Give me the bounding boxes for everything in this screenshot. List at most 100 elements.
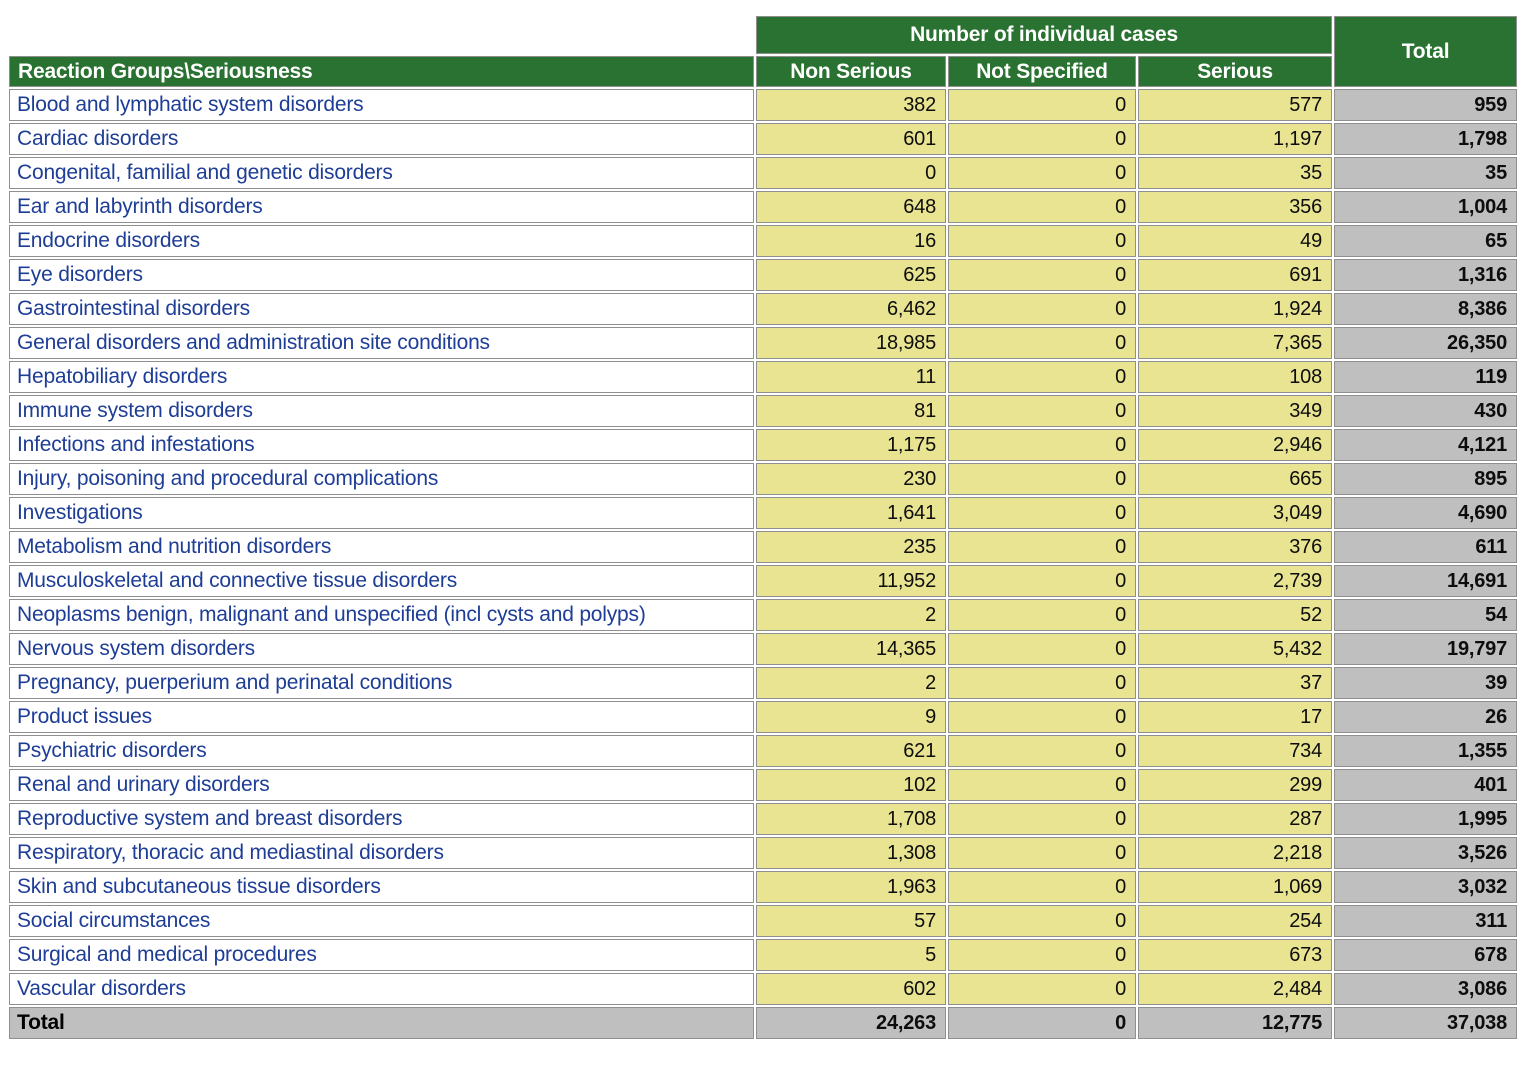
reaction-group-label-text[interactable]: Reproductive system and breast disorders bbox=[17, 805, 402, 833]
not-specified-value: 0 bbox=[948, 701, 1136, 733]
reaction-group-label[interactable]: Eye disorders bbox=[9, 259, 754, 291]
table-row: Hepatobiliary disorders 11 0 108 119 bbox=[9, 361, 1517, 393]
not-specified-value: 0 bbox=[948, 259, 1136, 291]
row-total-value: 3,032 bbox=[1334, 871, 1517, 903]
reaction-group-label[interactable]: Pregnancy, puerperium and perinatal cond… bbox=[9, 667, 754, 699]
serious-value: 254 bbox=[1138, 905, 1332, 937]
table-row: Renal and urinary disorders 102 0 299 40… bbox=[9, 769, 1517, 801]
reaction-group-label[interactable]: Respiratory, thoracic and mediastinal di… bbox=[9, 837, 754, 869]
not-specified-value: 0 bbox=[948, 565, 1136, 597]
reaction-group-label[interactable]: General disorders and administration sit… bbox=[9, 327, 754, 359]
reaction-group-label-text[interactable]: General disorders and administration sit… bbox=[17, 329, 490, 357]
not-specified-value: 0 bbox=[948, 871, 1136, 903]
not-specified-value: 0 bbox=[948, 905, 1136, 937]
reaction-group-label-text[interactable]: Social circumstances bbox=[17, 907, 210, 935]
reaction-group-label[interactable]: Reproductive system and breast disorders bbox=[9, 803, 754, 835]
reaction-group-label-text[interactable]: Investigations bbox=[17, 499, 143, 527]
reaction-group-label[interactable]: Skin and subcutaneous tissue disorders bbox=[9, 871, 754, 903]
reaction-group-label-text[interactable]: Gastrointestinal disorders bbox=[17, 295, 250, 323]
reaction-group-label-text[interactable]: Immune system disorders bbox=[17, 397, 253, 425]
reaction-group-label[interactable]: Psychiatric disorders bbox=[9, 735, 754, 767]
total-column-header: Total bbox=[1334, 16, 1517, 87]
reaction-group-label[interactable]: Blood and lymphatic system disorders bbox=[9, 89, 754, 121]
reaction-group-label-text[interactable]: Injury, poisoning and procedural complic… bbox=[17, 465, 438, 493]
reaction-group-label-text[interactable]: Ear and labyrinth disorders bbox=[17, 193, 263, 221]
reaction-group-label[interactable]: Infections and infestations bbox=[9, 429, 754, 461]
non-serious-value: 18,985 bbox=[756, 327, 946, 359]
table-row: General disorders and administration sit… bbox=[9, 327, 1517, 359]
non-serious-value: 57 bbox=[756, 905, 946, 937]
table-row: Neoplasms benign, malignant and unspecif… bbox=[9, 599, 1517, 631]
reaction-group-label-text[interactable]: Nervous system disorders bbox=[17, 635, 255, 663]
reaction-group-label-text[interactable]: Cardiac disorders bbox=[17, 125, 178, 153]
reaction-group-label-text[interactable]: Infections and infestations bbox=[17, 431, 254, 459]
non-serious-value: 1,963 bbox=[756, 871, 946, 903]
row-total-value: 1,355 bbox=[1334, 735, 1517, 767]
table-row: Injury, poisoning and procedural complic… bbox=[9, 463, 1517, 495]
reaction-group-label[interactable]: Musculoskeletal and connective tissue di… bbox=[9, 565, 754, 597]
cases-by-reaction-group-table: Number of individual cases Total Reactio… bbox=[7, 14, 1519, 1041]
table-row: Gastrointestinal disorders 6,462 0 1,924… bbox=[9, 293, 1517, 325]
row-total-value: 8,386 bbox=[1334, 293, 1517, 325]
reaction-group-label[interactable]: Nervous system disorders bbox=[9, 633, 754, 665]
reaction-group-label-text[interactable]: Neoplasms benign, malignant and unspecif… bbox=[17, 601, 646, 629]
not-specified-value: 0 bbox=[948, 769, 1136, 801]
header-row-columns: Reaction Groups\Seriousness Non Serious … bbox=[9, 56, 1517, 87]
serious-value: 37 bbox=[1138, 667, 1332, 699]
reaction-group-label[interactable]: Ear and labyrinth disorders bbox=[9, 191, 754, 223]
reaction-group-label[interactable]: Surgical and medical procedures bbox=[9, 939, 754, 971]
reaction-group-label-text[interactable]: Renal and urinary disorders bbox=[17, 771, 270, 799]
serious-value: 49 bbox=[1138, 225, 1332, 257]
non-serious-value: 1,708 bbox=[756, 803, 946, 835]
table-row: Reproductive system and breast disorders… bbox=[9, 803, 1517, 835]
reaction-group-label-text[interactable]: Musculoskeletal and connective tissue di… bbox=[17, 567, 457, 595]
table-row: Congenital, familial and genetic disorde… bbox=[9, 157, 1517, 189]
reaction-group-label-text[interactable]: Surgical and medical procedures bbox=[17, 941, 317, 969]
reaction-group-label[interactable]: Gastrointestinal disorders bbox=[9, 293, 754, 325]
reaction-group-label-text[interactable]: Vascular disorders bbox=[17, 975, 186, 1003]
reaction-group-label[interactable]: Endocrine disorders bbox=[9, 225, 754, 257]
reaction-group-label[interactable]: Social circumstances bbox=[9, 905, 754, 937]
reaction-group-label[interactable]: Investigations bbox=[9, 497, 754, 529]
reaction-group-label[interactable]: Renal and urinary disorders bbox=[9, 769, 754, 801]
non-serious-value: 382 bbox=[756, 89, 946, 121]
total-row: Total 24,263 0 12,775 37,038 bbox=[9, 1007, 1517, 1039]
serious-value: 734 bbox=[1138, 735, 1332, 767]
non-serious-value: 9 bbox=[756, 701, 946, 733]
reaction-group-label-text[interactable]: Psychiatric disorders bbox=[17, 737, 207, 765]
non-serious-value: 102 bbox=[756, 769, 946, 801]
not-specified-value: 0 bbox=[948, 89, 1136, 121]
reaction-group-label-text[interactable]: Congenital, familial and genetic disorde… bbox=[17, 159, 393, 187]
not-specified-value: 0 bbox=[948, 361, 1136, 393]
reaction-group-label-text[interactable]: Respiratory, thoracic and mediastinal di… bbox=[17, 839, 444, 867]
reaction-group-label-text[interactable]: Hepatobiliary disorders bbox=[17, 363, 227, 391]
reaction-group-label[interactable]: Vascular disorders bbox=[9, 973, 754, 1005]
reaction-group-label[interactable]: Cardiac disorders bbox=[9, 123, 754, 155]
serious-value: 1,197 bbox=[1138, 123, 1332, 155]
reaction-group-label[interactable]: Product issues bbox=[9, 701, 754, 733]
not-specified-value: 0 bbox=[948, 667, 1136, 699]
row-total-value: 26 bbox=[1334, 701, 1517, 733]
non-serious-value: 602 bbox=[756, 973, 946, 1005]
reaction-group-label-text[interactable]: Product issues bbox=[17, 703, 152, 731]
reaction-group-label[interactable]: Injury, poisoning and procedural complic… bbox=[9, 463, 754, 495]
reaction-group-label[interactable]: Hepatobiliary disorders bbox=[9, 361, 754, 393]
reaction-group-label-text[interactable]: Skin and subcutaneous tissue disorders bbox=[17, 873, 381, 901]
table-row: Respiratory, thoracic and mediastinal di… bbox=[9, 837, 1517, 869]
reaction-group-label-text[interactable]: Metabolism and nutrition disorders bbox=[17, 533, 331, 561]
row-total-value: 119 bbox=[1334, 361, 1517, 393]
non-serious-value: 1,175 bbox=[756, 429, 946, 461]
reaction-group-label-text[interactable]: Endocrine disorders bbox=[17, 227, 200, 255]
serious-value: 2,484 bbox=[1138, 973, 1332, 1005]
reaction-group-label-text[interactable]: Blood and lymphatic system disorders bbox=[17, 91, 363, 119]
reaction-group-label[interactable]: Metabolism and nutrition disorders bbox=[9, 531, 754, 563]
reaction-group-label-text[interactable]: Eye disorders bbox=[17, 261, 143, 289]
reaction-group-label[interactable]: Congenital, familial and genetic disorde… bbox=[9, 157, 754, 189]
reaction-group-label[interactable]: Immune system disorders bbox=[9, 395, 754, 427]
reaction-group-label-text[interactable]: Pregnancy, puerperium and perinatal cond… bbox=[17, 669, 452, 697]
reaction-group-label[interactable]: Neoplasms benign, malignant and unspecif… bbox=[9, 599, 754, 631]
total-non-serious-value: 24,263 bbox=[756, 1007, 946, 1039]
serious-value: 2,218 bbox=[1138, 837, 1332, 869]
non-serious-value: 14,365 bbox=[756, 633, 946, 665]
row-total-value: 3,526 bbox=[1334, 837, 1517, 869]
